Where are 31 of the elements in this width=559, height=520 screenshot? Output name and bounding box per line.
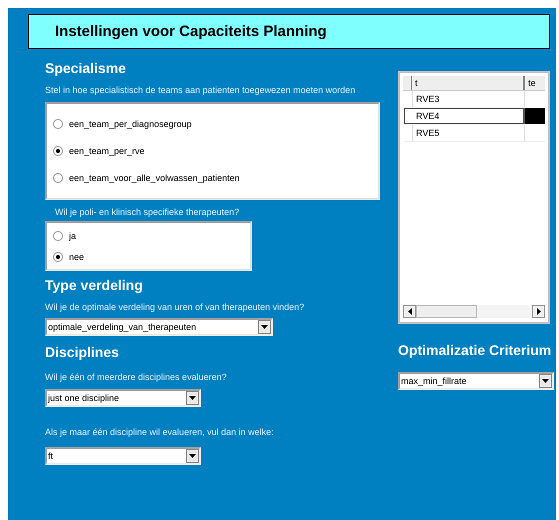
question-text: Als je maar één discipline wil evalueren, vul dan in welke: (45, 427, 274, 437)
radio-option[interactable]: een_team_voor_alle_volwassen_patienten (47, 173, 378, 184)
radio-button[interactable] (53, 146, 63, 156)
grid-row[interactable]: RVE5 (404, 125, 545, 142)
disciplines-dropdown[interactable]: just one discipline (45, 389, 201, 407)
radio-button[interactable] (53, 230, 63, 240)
section-heading: Disciplines (45, 344, 119, 360)
section-heading: Specialisme (45, 60, 126, 76)
column-header[interactable]: te (525, 76, 545, 90)
window-title: Instellingen voor Capaciteits Planning (55, 23, 327, 40)
horizontal-scrollbar[interactable] (403, 304, 545, 319)
radio-button[interactable] (53, 252, 63, 262)
question-text: Wil je poli- en klinisch specifieke therapeuten? (55, 207, 240, 217)
radio-option[interactable]: een_team_per_diagnosegroup (47, 118, 378, 129)
section-heading: Type verdeling (45, 277, 143, 293)
radio-option[interactable]: nee (47, 252, 250, 262)
radio-button[interactable] (53, 173, 63, 184)
criterium-dropdown[interactable]: max_min_fillrate (398, 372, 554, 390)
radio-button[interactable] (53, 118, 63, 129)
question-text: Stel in hoe specialistisch de teams aan patienten toegewezen moeten worden (45, 85, 356, 95)
section-heading: Optimalizatie Criterium (398, 342, 552, 358)
discipline-dropdown[interactable]: ft (45, 447, 201, 465)
question-text: Wil je één of meerdere disciplines evalueren? (45, 372, 227, 382)
scroll-left-icon[interactable] (408, 308, 412, 315)
distribution-dropdown[interactable]: optimale_verdeling_van_therapeuten (45, 318, 273, 336)
column-header[interactable]: t (412, 76, 526, 90)
radio-option[interactable]: ja (47, 230, 250, 240)
question-text: Wil je de optimale verdeling van uren of van therapeuten vinden? (45, 302, 304, 312)
radio-option[interactable]: een_team_per_rve (47, 146, 378, 156)
grid-row[interactable]: RVE3 (404, 91, 545, 108)
scroll-right-icon[interactable] (536, 308, 540, 315)
